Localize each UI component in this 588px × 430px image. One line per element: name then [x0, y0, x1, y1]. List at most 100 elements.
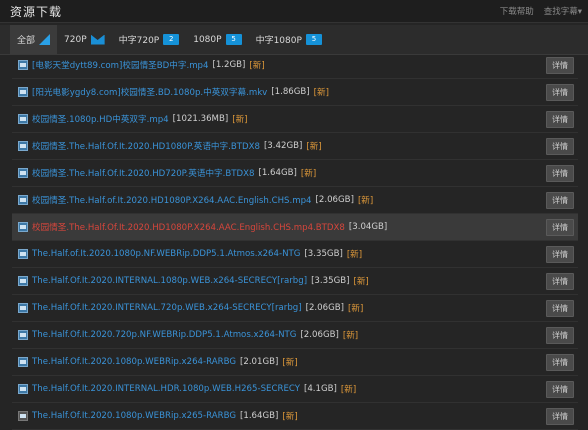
file-size: [1.2GB] [212, 60, 246, 70]
list-item: The.Half.Of.It.2020.INTERNAL.720p.WEB.x2… [12, 295, 578, 322]
details-button[interactable]: 详情 [546, 218, 574, 236]
count-badge: 5 [225, 34, 242, 45]
list-item: 校园情圣.The.Half.Of.It.2020.HD720P.英语中字.BTD… [12, 160, 578, 187]
file-size: [2.06GB] [305, 303, 345, 313]
file-icon [18, 303, 28, 313]
panel-title: 资源下载 [10, 4, 63, 19]
tab-720p[interactable]: 720P [57, 25, 112, 54]
details-button[interactable]: 详情 [546, 191, 574, 209]
details-button[interactable]: 详情 [546, 299, 574, 317]
file-link[interactable]: The.Half.Of.It.2020.INTERNAL.HDR.1080p.W… [32, 384, 300, 394]
count-badge: 5 [305, 34, 322, 45]
list-item-info: The.Half.Of.It.2020.INTERNAL.720p.WEB.x2… [18, 302, 363, 314]
new-tag: [新] [342, 331, 359, 341]
file-size: [3.35GB] [304, 249, 343, 259]
tab-1080p[interactable]: 1080P 5 [186, 25, 248, 54]
file-icon [18, 276, 28, 286]
download-panel: 资源下载 下载帮助 查找字幕▾ 全部 720P 中字720P 2 1080P 5… [0, 0, 588, 430]
file-size: [4.1GB] [303, 384, 337, 394]
new-tag: [新] [348, 304, 364, 314]
new-tag: [新] [282, 412, 298, 422]
list-item-info: [阳光电影ygdy8.com]校园情圣.BD.1080p.中英双字幕.mkv [1… [18, 86, 329, 98]
list-item: The.Half.Of.It.2020.1080p.WEBRip.x265-RA… [12, 403, 578, 430]
file-link[interactable]: 校园情圣.1080p.HD中英双字.mp4 [32, 113, 169, 125]
file-link[interactable]: The.Half.Of.It.2020.1080p.WEBRip.x264-RA… [32, 357, 236, 367]
quality-tabs: 全部 720P 中字720P 2 1080P 5 中字1080P 5 [0, 25, 588, 55]
list-item-info: 校园情圣.1080p.HD中英双字.mp4 [1021.36MB] [新] [18, 113, 248, 125]
file-link[interactable]: The.Half.Of.It.2020.INTERNAL.1080p.WEB.x… [32, 276, 307, 286]
list-item: The.Half.Of.It.2020.INTERNAL.1080p.WEB.x… [12, 268, 578, 295]
list-item: 校园情圣.The.Half.Of.It.2020.HD1080P.X264.AA… [12, 214, 578, 241]
list-item: The.Half.Of.It.2020.INTERNAL.HDR.1080p.W… [12, 376, 578, 403]
count-badge: 2 [163, 34, 180, 45]
list-item: [电影天堂dytt89.com]校园情圣BD中字.mp4 [1.2GB] [新] 详情 [12, 52, 578, 79]
list-item: 校园情圣.The.Half.Of.It.2020.HD1080P.英语中字.BT… [12, 133, 578, 160]
file-link[interactable]: 校园情圣.The.Half.Of.It.2020.HD1080P.X264.AA… [32, 221, 345, 233]
file-link[interactable]: The.Half.Of.It.2020.1080p.WEBRip.x265-RA… [32, 411, 236, 421]
download-help-link[interactable]: 下载帮助 [500, 5, 534, 17]
new-tag: [新] [340, 385, 357, 395]
file-size: [3.35GB] [311, 276, 350, 286]
new-tag: [新] [357, 196, 374, 206]
file-icon [18, 141, 28, 151]
corner-icon [39, 34, 51, 45]
file-size: [3.04GB] [348, 222, 388, 232]
details-button[interactable]: 详情 [546, 56, 574, 74]
file-size: [2.01GB] [240, 357, 279, 367]
file-link[interactable]: [阳光电影ygdy8.com]校园情圣.BD.1080p.中英双字幕.mkv [32, 86, 267, 98]
list-item-info: The.Half.Of.It.2020.1080p.WEBRip.x265-RA… [18, 410, 298, 422]
tab-label: 中字1080P [255, 36, 302, 46]
file-icon [18, 168, 28, 178]
file-link[interactable]: The.Half.Of.It.2020.INTERNAL.720p.WEB.x2… [32, 303, 302, 313]
details-button[interactable]: 详情 [546, 380, 574, 398]
file-icon [18, 411, 28, 421]
details-button[interactable]: 详情 [546, 272, 574, 290]
tab-all[interactable]: 全部 [10, 25, 58, 54]
tab-chs-720p[interactable]: 中字720P 2 [112, 25, 187, 54]
list-item-info: The.Half.Of.It.2020.1080p.WEBRip.x264-RA… [18, 356, 298, 368]
file-icon [18, 87, 28, 97]
details-button[interactable]: 详情 [546, 245, 574, 263]
details-button[interactable]: 详情 [546, 353, 574, 371]
list-item-info: 校园情圣.The.Half.Of.It.2020.HD1080P.X264.AA… [18, 221, 387, 233]
file-link[interactable]: [电影天堂dytt89.com]校园情圣BD中字.mp4 [32, 59, 208, 71]
find-subtitles-link[interactable]: 查找字幕▾ [544, 5, 582, 17]
file-size: [2.06GB] [315, 195, 354, 205]
wing-icon [90, 34, 105, 45]
file-link[interactable]: 校园情圣.The.Half.Of.It.2020.HD720P.英语中字.BTD… [32, 167, 254, 179]
file-link[interactable]: The.Half.of.It.2020.1080p.NF.WEBRip.DDP5… [32, 249, 300, 259]
list-item-info: 校园情圣.The.Half.Of.It.2020.HD720P.英语中字.BTD… [18, 167, 316, 179]
list-item-info: The.Half.Of.It.2020.720p.NF.WEBRip.DDP5.… [18, 329, 358, 341]
file-link[interactable]: 校园情圣.The.Half.of.It.2020.HD1080P.X264.AA… [32, 194, 312, 206]
new-tag: [新] [346, 250, 363, 260]
list-item: [阳光电影ygdy8.com]校园情圣.BD.1080p.中英双字幕.mkv [1… [12, 79, 578, 106]
download-list: [电影天堂dytt89.com]校园情圣BD中字.mp4 [1.2GB] [新] 详情… [12, 52, 578, 430]
list-item: The.Half.Of.It.2020.1080p.WEBRip.x264-RA… [12, 349, 578, 376]
list-item-info: 校园情圣.The.Half.of.It.2020.HD1080P.X264.AA… [18, 194, 373, 206]
list-item-info: The.Half.Of.It.2020.INTERNAL.HDR.1080p.W… [18, 383, 356, 395]
list-item-info: 校园情圣.The.Half.Of.It.2020.HD1080P.英语中字.BT… [18, 140, 322, 152]
details-button[interactable]: 详情 [546, 164, 574, 182]
details-button[interactable]: 详情 [546, 137, 574, 155]
header-links: 下载帮助 查找字幕▾ [500, 5, 582, 17]
details-button[interactable]: 详情 [546, 83, 574, 101]
list-item-info: [电影天堂dytt89.com]校园情圣BD中字.mp4 [1.2GB] [新] [18, 59, 265, 71]
file-link[interactable]: The.Half.Of.It.2020.720p.NF.WEBRip.DDP5.… [32, 330, 296, 340]
details-button[interactable]: 详情 [546, 407, 574, 425]
file-icon [18, 249, 28, 259]
tab-chs-1080p[interactable]: 中字1080P 5 [249, 25, 329, 54]
tab-label: 1080P [193, 34, 222, 45]
file-size: [1.64GB] [240, 411, 279, 421]
list-item: 校园情圣.1080p.HD中英双字.mp4 [1021.36MB] [新] 详情 [12, 106, 578, 133]
tab-label: 中字720P [118, 36, 160, 46]
details-button[interactable]: 详情 [546, 326, 574, 344]
file-size: [1021.36MB] [172, 114, 229, 124]
new-tag: [新] [282, 358, 298, 368]
file-size: [1.64GB] [258, 168, 297, 178]
file-size: [2.06GB] [300, 330, 339, 340]
details-button[interactable]: 详情 [546, 110, 574, 128]
new-tag: [新] [306, 142, 322, 152]
file-icon [18, 330, 28, 340]
file-link[interactable]: 校园情圣.The.Half.Of.It.2020.HD1080P.英语中字.BT… [32, 140, 260, 152]
file-icon [18, 60, 28, 70]
